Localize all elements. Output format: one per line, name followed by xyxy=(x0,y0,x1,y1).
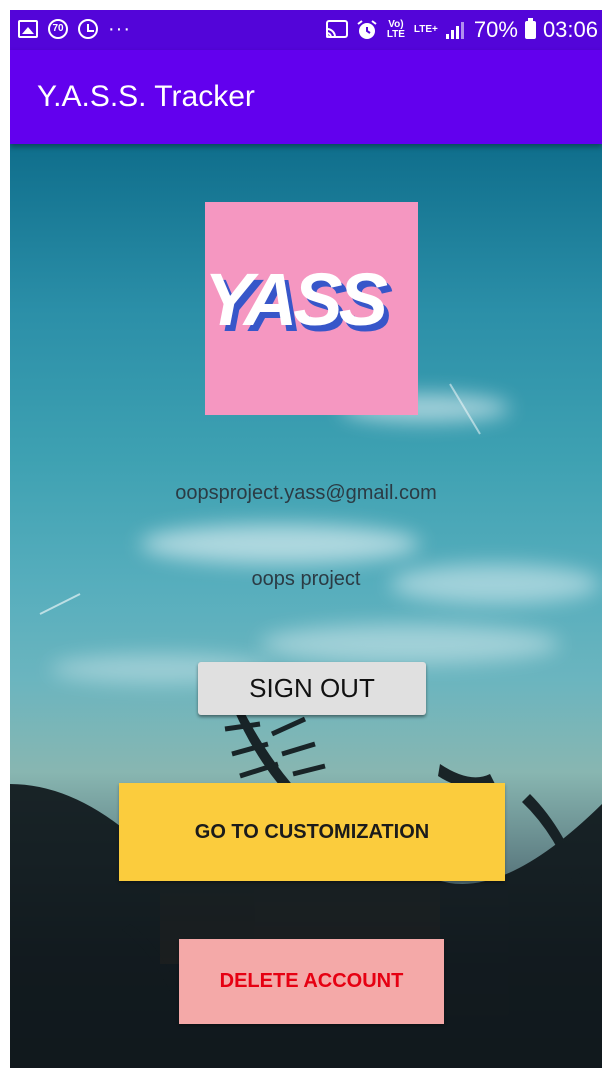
app-bar: Y.A.S.S. Tracker xyxy=(10,50,602,144)
battery-percent: 70% xyxy=(473,17,518,42)
delete-account-button[interactable]: DELETE ACCOUNT xyxy=(179,939,444,1024)
lte-indicator: LTE+ xyxy=(413,24,438,35)
badge-70-icon: 70 xyxy=(48,19,68,39)
yass-logo: YASS YASS xyxy=(205,202,418,415)
battery-icon xyxy=(524,18,536,39)
status-left-icons: 70 ··· xyxy=(18,19,131,39)
sign-out-button[interactable]: SIGN OUT xyxy=(198,662,426,715)
volte-indicator: Vo) LTE xyxy=(386,19,405,40)
cast-icon xyxy=(325,20,348,38)
signal-icon xyxy=(445,22,464,39)
go-to-customization-button[interactable]: GO TO CUSTOMIZATION xyxy=(119,783,505,881)
status-time: 03:06 xyxy=(542,17,598,42)
status-bar: 70 ··· Vo) LTE LTE+ 70% 03:06 xyxy=(10,10,602,50)
phone-screen: 70 ··· Vo) LTE LTE+ 70% 03:06 Y.A.S.S. T… xyxy=(10,10,602,1068)
user-name: oops project xyxy=(251,568,361,590)
status-right-icons: Vo) LTE LTE+ 70% 03:06 xyxy=(325,17,598,43)
user-email: oopsproject.yass@gmail.com xyxy=(175,482,437,504)
gallery-icon xyxy=(18,20,38,38)
app-title: Y.A.S.S. Tracker xyxy=(37,80,255,113)
more-dots-icon: ··· xyxy=(108,18,131,40)
alarm-icon xyxy=(357,20,377,39)
history-icon xyxy=(78,19,98,39)
